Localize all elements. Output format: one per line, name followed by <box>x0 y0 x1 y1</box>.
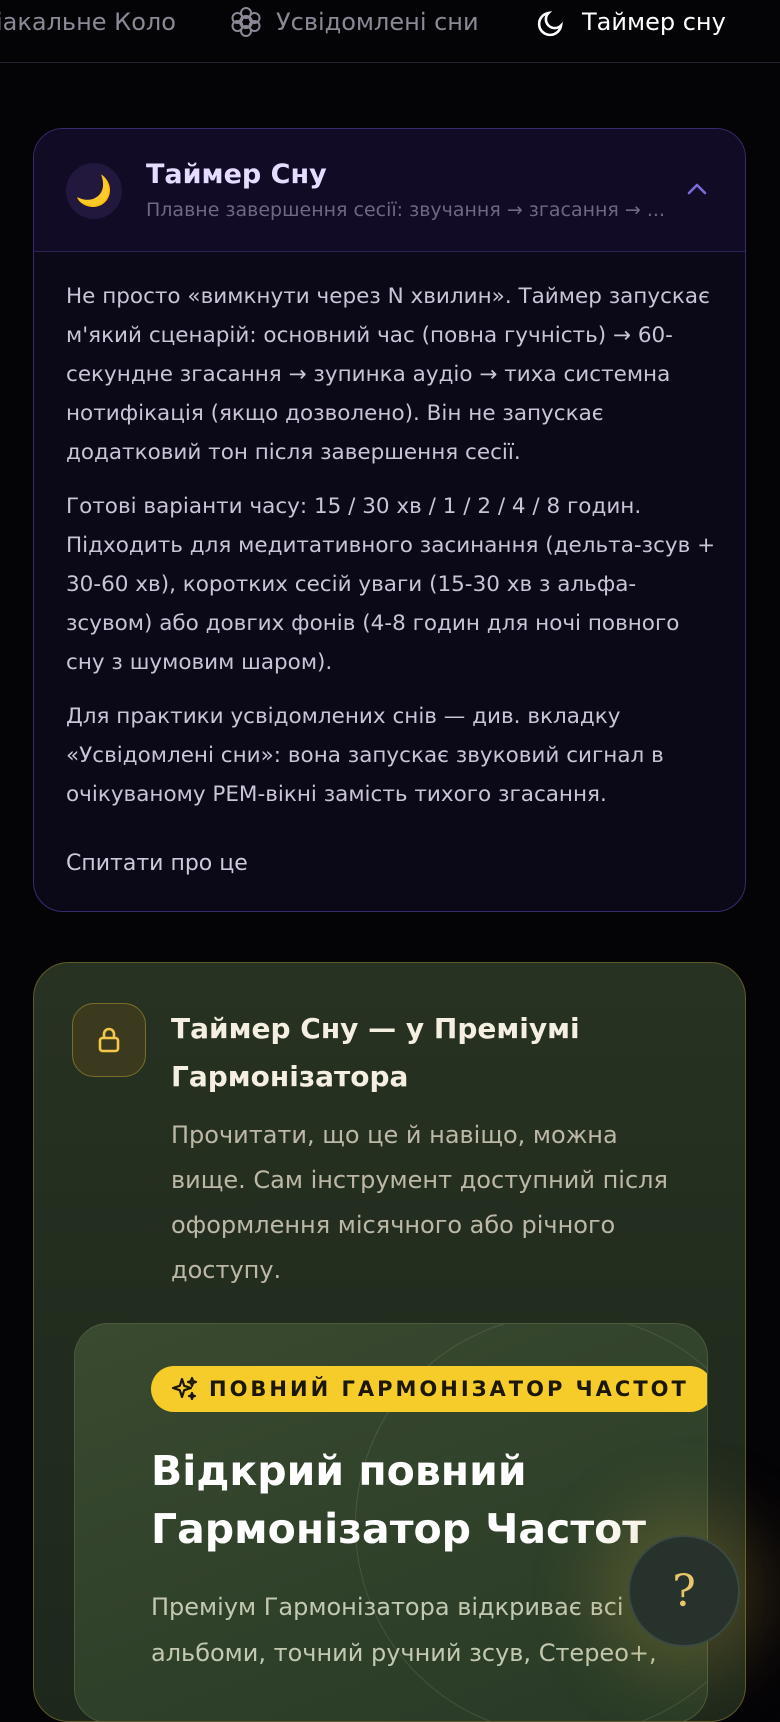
premium-title: Таймер Сну — у Преміумі Гармонізатора <box>171 1012 580 1093</box>
chevron-up-icon[interactable] <box>685 177 709 201</box>
upgrade-text: Преміум Гармонізатора відкриває всі пла … <box>151 1593 677 1667</box>
tab-label: Таймер сну <box>582 8 726 36</box>
sleep-timer-card: 🌙 Таймер Сну Плавне завершення сесії: зв… <box>33 128 746 912</box>
upgrade-heading: Відкрий повний Гармонізатор Частот <box>151 1447 647 1553</box>
tab-bar: іакальне Коло Усвідомлені сни Таймер сну <box>0 0 780 63</box>
card-body: Не просто «вимкнути через N хвилин». Тай… <box>66 277 716 829</box>
tab-sleep-timer[interactable]: Таймер сну <box>536 0 726 44</box>
help-button[interactable]: ? <box>628 1535 740 1647</box>
card-subtitle: Плавне завершення сесії: звучання → згас… <box>146 199 665 221</box>
upgrade-panel: ПОВНИЙ ГАРМОНІЗАТОР ЧАСТОТ Відкрий повни… <box>74 1323 708 1721</box>
brain-icon <box>231 7 261 37</box>
tab-label: іакальне Коло <box>0 8 176 36</box>
sparkles-icon <box>171 1376 198 1401</box>
premium-badge: ПОВНИЙ ГАРМОНІЗАТОР ЧАСТОТ <box>151 1366 707 1412</box>
lock-icon <box>72 1003 146 1077</box>
card-title: Таймер Сну <box>146 159 327 190</box>
badge-label: ПОВНИЙ ГАРМОНІЗАТОР ЧАСТОТ <box>209 1377 689 1401</box>
premium-description: Прочитати, що це й навіщо, можна вище. С… <box>171 1121 668 1284</box>
body-paragraph: Для практики усвідомлених снів — див. вк… <box>66 704 664 807</box>
body-paragraph: Не просто «вимкнути через N хвилин». Тай… <box>66 284 710 465</box>
tab-label: Усвідомлені сни <box>276 8 479 36</box>
crescent-moon-icon: 🌙 <box>66 163 122 219</box>
tab-lucid-dreams[interactable]: Усвідомлені сни <box>230 0 479 44</box>
moon-icon <box>537 11 563 37</box>
ask-about-this-link[interactable]: Спитати про це <box>66 851 248 876</box>
body-paragraph: Готові варіанти часу: 15 / 30 хв / 1 / 2… <box>66 494 716 675</box>
card-header[interactable]: 🌙 Таймер Сну Плавне завершення сесії: зв… <box>34 129 745 252</box>
tab-sacred-circle[interactable]: іакальне Коло <box>0 0 176 44</box>
